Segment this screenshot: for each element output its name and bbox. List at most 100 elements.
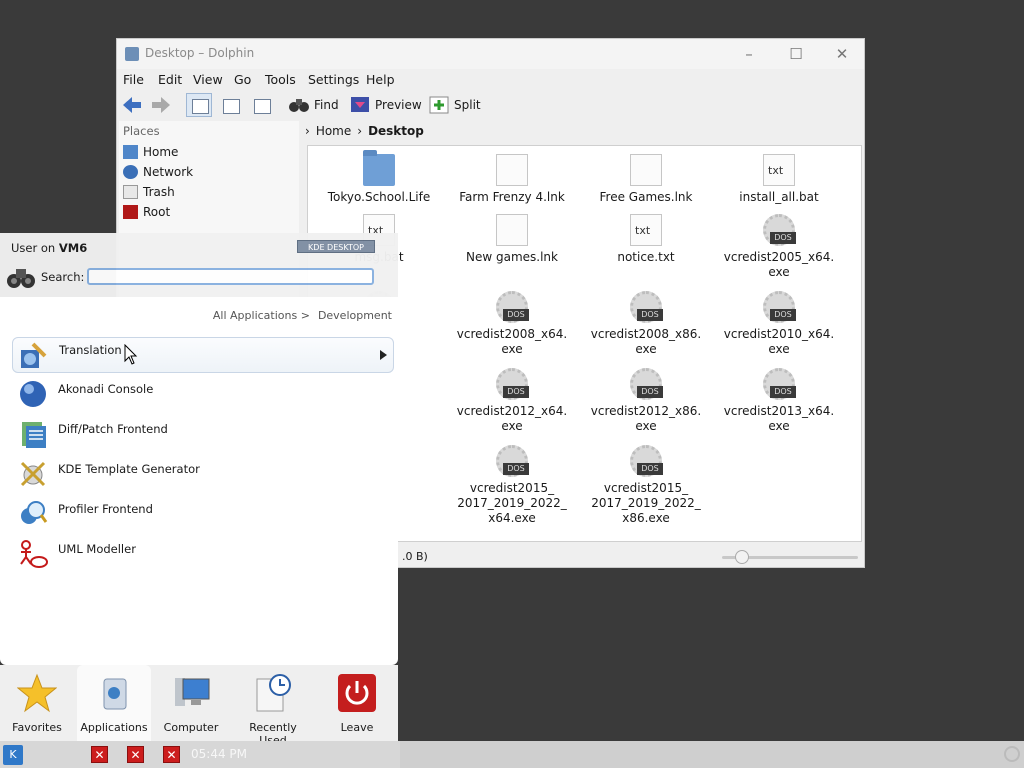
file-item[interactable]: Tokyo.School.Life: [320, 150, 438, 205]
app-label: Akonadi Console: [58, 382, 154, 396]
file-item[interactable]: vcredist2015_ 2017_2019_2022_ x86.exe: [587, 445, 705, 526]
tab-label: Favorites: [12, 721, 62, 734]
file-name: vcredist2012_x64. exe: [456, 404, 568, 433]
place-trash[interactable]: Trash: [123, 183, 175, 201]
tab-favorites[interactable]: Favorites: [0, 665, 74, 741]
menu-settings[interactable]: Settings: [308, 72, 359, 87]
root-folder-icon: [123, 205, 138, 219]
tab-recently-used[interactable]: Recently Used: [236, 665, 310, 747]
home-folder-icon: [123, 145, 138, 159]
menu-go[interactable]: Go: [234, 72, 251, 87]
place-home[interactable]: Home: [123, 143, 178, 161]
task-button-3[interactable]: ✕: [163, 746, 180, 763]
split-button[interactable]: Split: [428, 93, 481, 117]
file-item[interactable]: vcredist2013_x64. exe: [720, 368, 838, 434]
file-item[interactable]: vcredist2010_x64. exe: [720, 291, 838, 357]
tab-computer[interactable]: Computer: [154, 665, 228, 741]
find-label: Find: [314, 98, 339, 112]
app-label: Translation: [59, 343, 122, 357]
translation-icon: [21, 342, 47, 368]
app-item-translation[interactable]: Translation: [12, 337, 394, 373]
titlebar[interactable]: Desktop – Dolphin – ☐ ✕: [117, 39, 864, 69]
back-arrow-icon: [123, 97, 141, 113]
preview-button[interactable]: Preview: [349, 93, 422, 117]
menu-view[interactable]: View: [193, 72, 223, 87]
app-label: KDE Template Generator: [58, 462, 200, 476]
back-button[interactable]: [121, 93, 143, 117]
file-item[interactable]: vcredist2015_ 2017_2019_2022_ x64.exe: [453, 445, 571, 526]
task-button-2[interactable]: ✕: [127, 746, 144, 763]
app-label: Diff/Patch Frontend: [58, 422, 168, 436]
executable-icon: [496, 445, 529, 477]
details-view-icon: [254, 99, 271, 114]
file-item[interactable]: install_all.bat: [720, 154, 838, 205]
crumb-development[interactable]: Development: [318, 309, 392, 322]
app-item-profiler-frontend[interactable]: Profiler Frontend: [12, 497, 394, 533]
preview-label: Preview: [375, 98, 422, 112]
diff-icon: [22, 422, 46, 448]
document-icon: [496, 214, 528, 246]
file-item[interactable]: vcredist2005_x64. exe: [720, 214, 838, 280]
breadcrumb-current[interactable]: Desktop: [368, 124, 424, 138]
zoom-slider-handle[interactable]: [735, 550, 750, 564]
file-item[interactable]: New games.lnk: [453, 214, 571, 265]
file-name: New games.lnk: [466, 250, 558, 264]
breadcrumb-home[interactable]: Home: [316, 124, 351, 138]
app-item-diff-patch-frontend[interactable]: Diff/Patch Frontend: [12, 417, 394, 453]
maximize-button[interactable]: ☐: [784, 43, 808, 65]
file-name: vcredist2008_x64. exe: [456, 327, 568, 356]
search-input[interactable]: [87, 268, 374, 285]
executable-icon: [630, 445, 663, 477]
app-label: Profiler Frontend: [58, 502, 153, 516]
app-label: UML Modeller: [58, 542, 136, 556]
find-button[interactable]: Find: [288, 93, 339, 117]
tab-applications[interactable]: Applications: [77, 665, 151, 741]
file-item[interactable]: Farm Frenzy 4.lnk: [453, 154, 571, 205]
file-item[interactable]: vcredist2012_x64. exe: [453, 368, 571, 434]
user-host-label: User on VM6: [11, 241, 87, 255]
split-label: Split: [454, 98, 481, 112]
chevron-right-icon: ›: [357, 124, 363, 138]
network-icon: [123, 165, 138, 179]
menu-help[interactable]: Help: [366, 72, 395, 87]
file-item[interactable]: vcredist2012_x86. exe: [587, 368, 705, 434]
crumb-all-applications[interactable]: All Applications >: [213, 309, 310, 322]
file-item[interactable]: notice.txt: [587, 214, 705, 265]
file-name: install_all.bat: [739, 190, 819, 204]
task-button-1[interactable]: ✕: [91, 746, 108, 763]
app-item-akonadi-console[interactable]: Akonadi Console: [12, 377, 394, 413]
tab-leave[interactable]: Leave: [320, 665, 394, 741]
icons-view-button[interactable]: [186, 93, 212, 117]
search-label: Search:: [41, 270, 85, 284]
kde-menu-button[interactable]: K: [3, 745, 23, 765]
tray-icon[interactable]: [1004, 746, 1020, 762]
taskbar: K ✕ ✕ ✕ 05:44 PM: [0, 741, 1024, 768]
clock-icon: [256, 674, 291, 712]
menu-edit[interactable]: Edit: [158, 72, 182, 87]
place-root-label: Root: [143, 205, 171, 219]
minimize-button[interactable]: –: [737, 43, 761, 65]
place-network-label: Network: [143, 165, 194, 179]
file-name: vcredist2012_x86. exe: [590, 404, 702, 433]
file-item[interactable]: vcredist2008_x64. exe: [453, 291, 571, 357]
file-name: vcredist2015_ 2017_2019_2022_ x86.exe: [591, 481, 701, 525]
place-root[interactable]: Root: [123, 203, 170, 221]
file-item[interactable]: vcredist2008_x86. exe: [587, 291, 705, 357]
mouse-cursor-icon: [124, 344, 138, 365]
app-item-kde-template-generator[interactable]: KDE Template Generator: [12, 457, 394, 493]
details-view-button[interactable]: [248, 93, 274, 117]
menu-tools[interactable]: Tools: [265, 72, 296, 87]
executable-icon: [763, 368, 796, 400]
place-network[interactable]: Network: [123, 163, 193, 181]
binoculars-icon: [289, 99, 309, 112]
compact-view-button[interactable]: [217, 93, 243, 117]
icons-view-icon: [192, 99, 209, 114]
tab-label: Computer: [163, 721, 219, 734]
close-button[interactable]: ✕: [830, 43, 854, 65]
app-item-uml-modeller[interactable]: UML Modeller: [12, 537, 394, 573]
menu-file[interactable]: File: [123, 72, 144, 87]
profiler-icon: [21, 501, 48, 524]
clock[interactable]: 05:44 PM: [191, 747, 247, 761]
file-item[interactable]: Free Games.lnk: [587, 154, 705, 205]
forward-button[interactable]: [150, 93, 172, 117]
